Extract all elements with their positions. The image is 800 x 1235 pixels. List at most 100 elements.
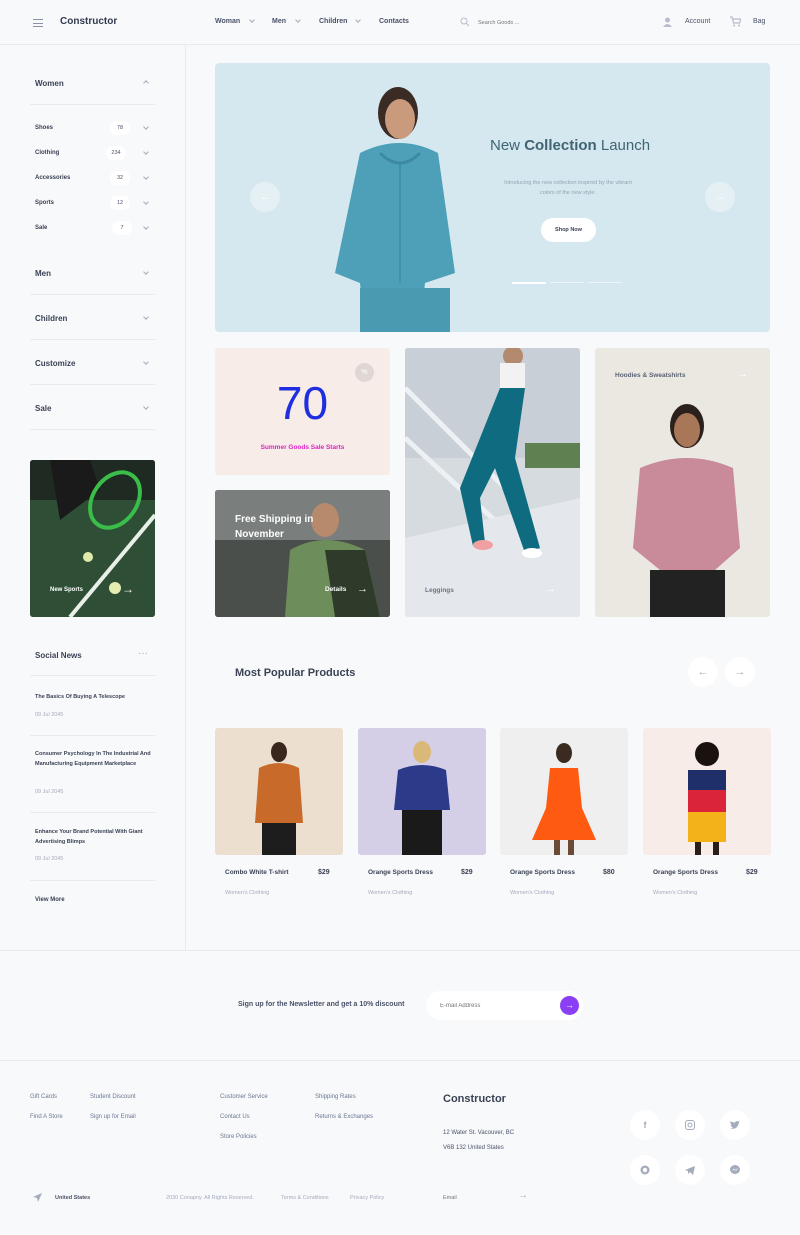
sidebar-customize-heading[interactable]: Customize bbox=[35, 359, 75, 368]
product-name[interactable]: Combo White T-shirt bbox=[225, 869, 289, 876]
shipping-title: Free Shipping in November bbox=[235, 514, 314, 540]
nav-children[interactable]: Children bbox=[319, 18, 347, 25]
slide-indicator[interactable] bbox=[550, 282, 584, 283]
facebook-icon[interactable]: f bbox=[630, 1110, 660, 1140]
details-link[interactable]: Details bbox=[325, 586, 346, 593]
arrow-right-icon[interactable]: → bbox=[122, 582, 134, 596]
menu-icon[interactable] bbox=[33, 19, 43, 27]
product-price: $80 bbox=[603, 869, 615, 876]
bag-link[interactable]: Bag bbox=[753, 18, 765, 25]
news-item-title[interactable]: The Basics Of Buying A Telescope bbox=[35, 692, 155, 702]
search-input[interactable] bbox=[478, 16, 588, 30]
newsletter-submit-button[interactable]: → bbox=[560, 996, 579, 1015]
chevron-down-icon[interactable] bbox=[143, 149, 149, 155]
count-badge: 78 bbox=[110, 121, 130, 135]
news-item-title[interactable]: Enhance Your Brand Potential With Giant … bbox=[35, 827, 155, 847]
hoodies-card[interactable]: Hoodies & Sweatshirts → bbox=[595, 348, 770, 617]
product-price: $29 bbox=[746, 869, 758, 876]
hoodie-model-photo bbox=[633, 404, 740, 617]
product-card[interactable] bbox=[500, 728, 628, 855]
view-more-link[interactable]: View More bbox=[35, 897, 65, 903]
chevron-down-icon[interactable] bbox=[143, 124, 149, 130]
slide-indicator[interactable] bbox=[588, 282, 622, 283]
popular-next-button[interactable]: → bbox=[725, 657, 755, 687]
nav-woman[interactable]: Woman bbox=[215, 18, 240, 25]
footer-link[interactable]: Student Discount bbox=[90, 1094, 136, 1100]
telegram-icon[interactable] bbox=[675, 1155, 705, 1185]
leggings-card[interactable]: Leggings → bbox=[405, 348, 580, 617]
chevron-down-icon[interactable] bbox=[143, 359, 149, 365]
hero-prev-button[interactable]: ← bbox=[250, 182, 280, 212]
sidebar-children-heading[interactable]: Children bbox=[35, 314, 67, 323]
sale-text: Summer Goods Sale Starts bbox=[260, 444, 345, 451]
footer-link[interactable]: Contact Us bbox=[220, 1114, 250, 1120]
chevron-down-icon[interactable] bbox=[143, 199, 149, 205]
chevron-up-icon[interactable] bbox=[143, 80, 149, 86]
arrow-right-icon[interactable]: → bbox=[737, 368, 748, 380]
divider bbox=[0, 950, 800, 951]
chevron-down-icon[interactable] bbox=[143, 314, 149, 320]
messenger-icon[interactable] bbox=[720, 1155, 750, 1185]
sale-promo-card[interactable]: % 70 Summer Goods Sale Starts bbox=[215, 348, 390, 475]
privacy-link[interactable]: Privacy Policy bbox=[350, 1195, 384, 1201]
footer-link[interactable]: Returns & Exchanges bbox=[315, 1114, 373, 1120]
chevron-down-icon[interactable] bbox=[143, 224, 149, 230]
count-badge: 32 bbox=[110, 171, 130, 185]
chevron-down-icon[interactable] bbox=[143, 404, 149, 410]
product-card[interactable] bbox=[643, 728, 771, 855]
footer-link[interactable]: Find A Store bbox=[30, 1114, 63, 1120]
chevron-down-icon bbox=[355, 17, 361, 23]
product-card[interactable] bbox=[215, 728, 343, 855]
nav-contacts[interactable]: Contacts bbox=[379, 18, 409, 25]
hero-model-image bbox=[335, 87, 455, 332]
footer-link[interactable]: Gift Cards bbox=[30, 1094, 57, 1100]
footer-link[interactable]: Shipping Rates bbox=[315, 1094, 356, 1100]
product-card[interactable] bbox=[358, 728, 486, 855]
shop-now-button[interactable]: Shop Now bbox=[541, 218, 596, 242]
divider bbox=[0, 1060, 800, 1061]
sidebar-item-accessories[interactable]: Accessories bbox=[35, 175, 70, 181]
more-icon[interactable]: ··· bbox=[138, 648, 148, 659]
twitter-icon[interactable] bbox=[720, 1110, 750, 1140]
sidebar-men-heading[interactable]: Men bbox=[35, 269, 51, 278]
whatsapp-icon[interactable] bbox=[630, 1155, 660, 1185]
product-name[interactable]: Orange Sports Dress bbox=[510, 869, 575, 876]
terms-link[interactable]: Terms & Conditions bbox=[281, 1195, 329, 1201]
newsletter-form: → bbox=[426, 991, 583, 1020]
brand-logo[interactable]: Constructor bbox=[60, 16, 117, 27]
sidebar-item-sale[interactable]: Sale bbox=[35, 225, 47, 231]
account-link[interactable]: Account bbox=[685, 18, 710, 25]
tennis-court-image bbox=[30, 460, 155, 617]
sidebar-sale-heading[interactable]: Sale bbox=[35, 404, 51, 413]
product-price: $29 bbox=[461, 869, 473, 876]
nav-men[interactable]: Men bbox=[272, 18, 286, 25]
instagram-icon[interactable] bbox=[675, 1110, 705, 1140]
popular-prev-button[interactable]: ← bbox=[688, 657, 718, 687]
footer-link[interactable]: Customer Service bbox=[220, 1094, 268, 1100]
footer-link[interactable]: Store Policies bbox=[220, 1134, 257, 1140]
hero-next-button[interactable]: → bbox=[705, 182, 735, 212]
country-selector[interactable]: United States bbox=[55, 1195, 90, 1201]
newsletter-email-input[interactable] bbox=[440, 999, 550, 1012]
sidebar-item-sports[interactable]: Sports bbox=[35, 200, 54, 206]
chevron-down-icon[interactable] bbox=[143, 174, 149, 180]
site-header: Constructor Woman Men Children Contacts … bbox=[0, 0, 800, 45]
product-name[interactable]: Orange Sports Dress bbox=[653, 869, 718, 876]
arrow-right-icon[interactable]: → bbox=[357, 583, 368, 595]
sidebar-item-shoes[interactable]: Shoes bbox=[35, 125, 53, 131]
newsletter-text: Sign up for the Newsletter and get a 10%… bbox=[238, 1001, 405, 1008]
footer-link[interactable]: Sign up for Email bbox=[90, 1114, 136, 1120]
news-item-date: 09 Jul 2045 bbox=[35, 789, 64, 795]
footer-email-input[interactable] bbox=[443, 1192, 503, 1204]
sidebar-women-heading[interactable]: Women bbox=[35, 79, 64, 88]
email-submit-arrow-icon[interactable]: → bbox=[518, 1190, 528, 1201]
news-item-title[interactable]: Consumer Psychology In The Industrial An… bbox=[35, 749, 155, 769]
arrow-right-icon[interactable]: → bbox=[545, 583, 556, 595]
sidebar-item-clothing[interactable]: Clothing bbox=[35, 150, 59, 156]
product-name[interactable]: Orange Sports Dress bbox=[368, 869, 433, 876]
product-category: Women's Clothing bbox=[653, 890, 698, 896]
free-shipping-card[interactable]: Free Shipping in November Details → bbox=[215, 490, 390, 617]
new-sports-promo-card[interactable]: New Sports → bbox=[30, 460, 155, 617]
chevron-down-icon[interactable] bbox=[143, 269, 149, 275]
slide-indicator-active[interactable] bbox=[512, 282, 546, 284]
